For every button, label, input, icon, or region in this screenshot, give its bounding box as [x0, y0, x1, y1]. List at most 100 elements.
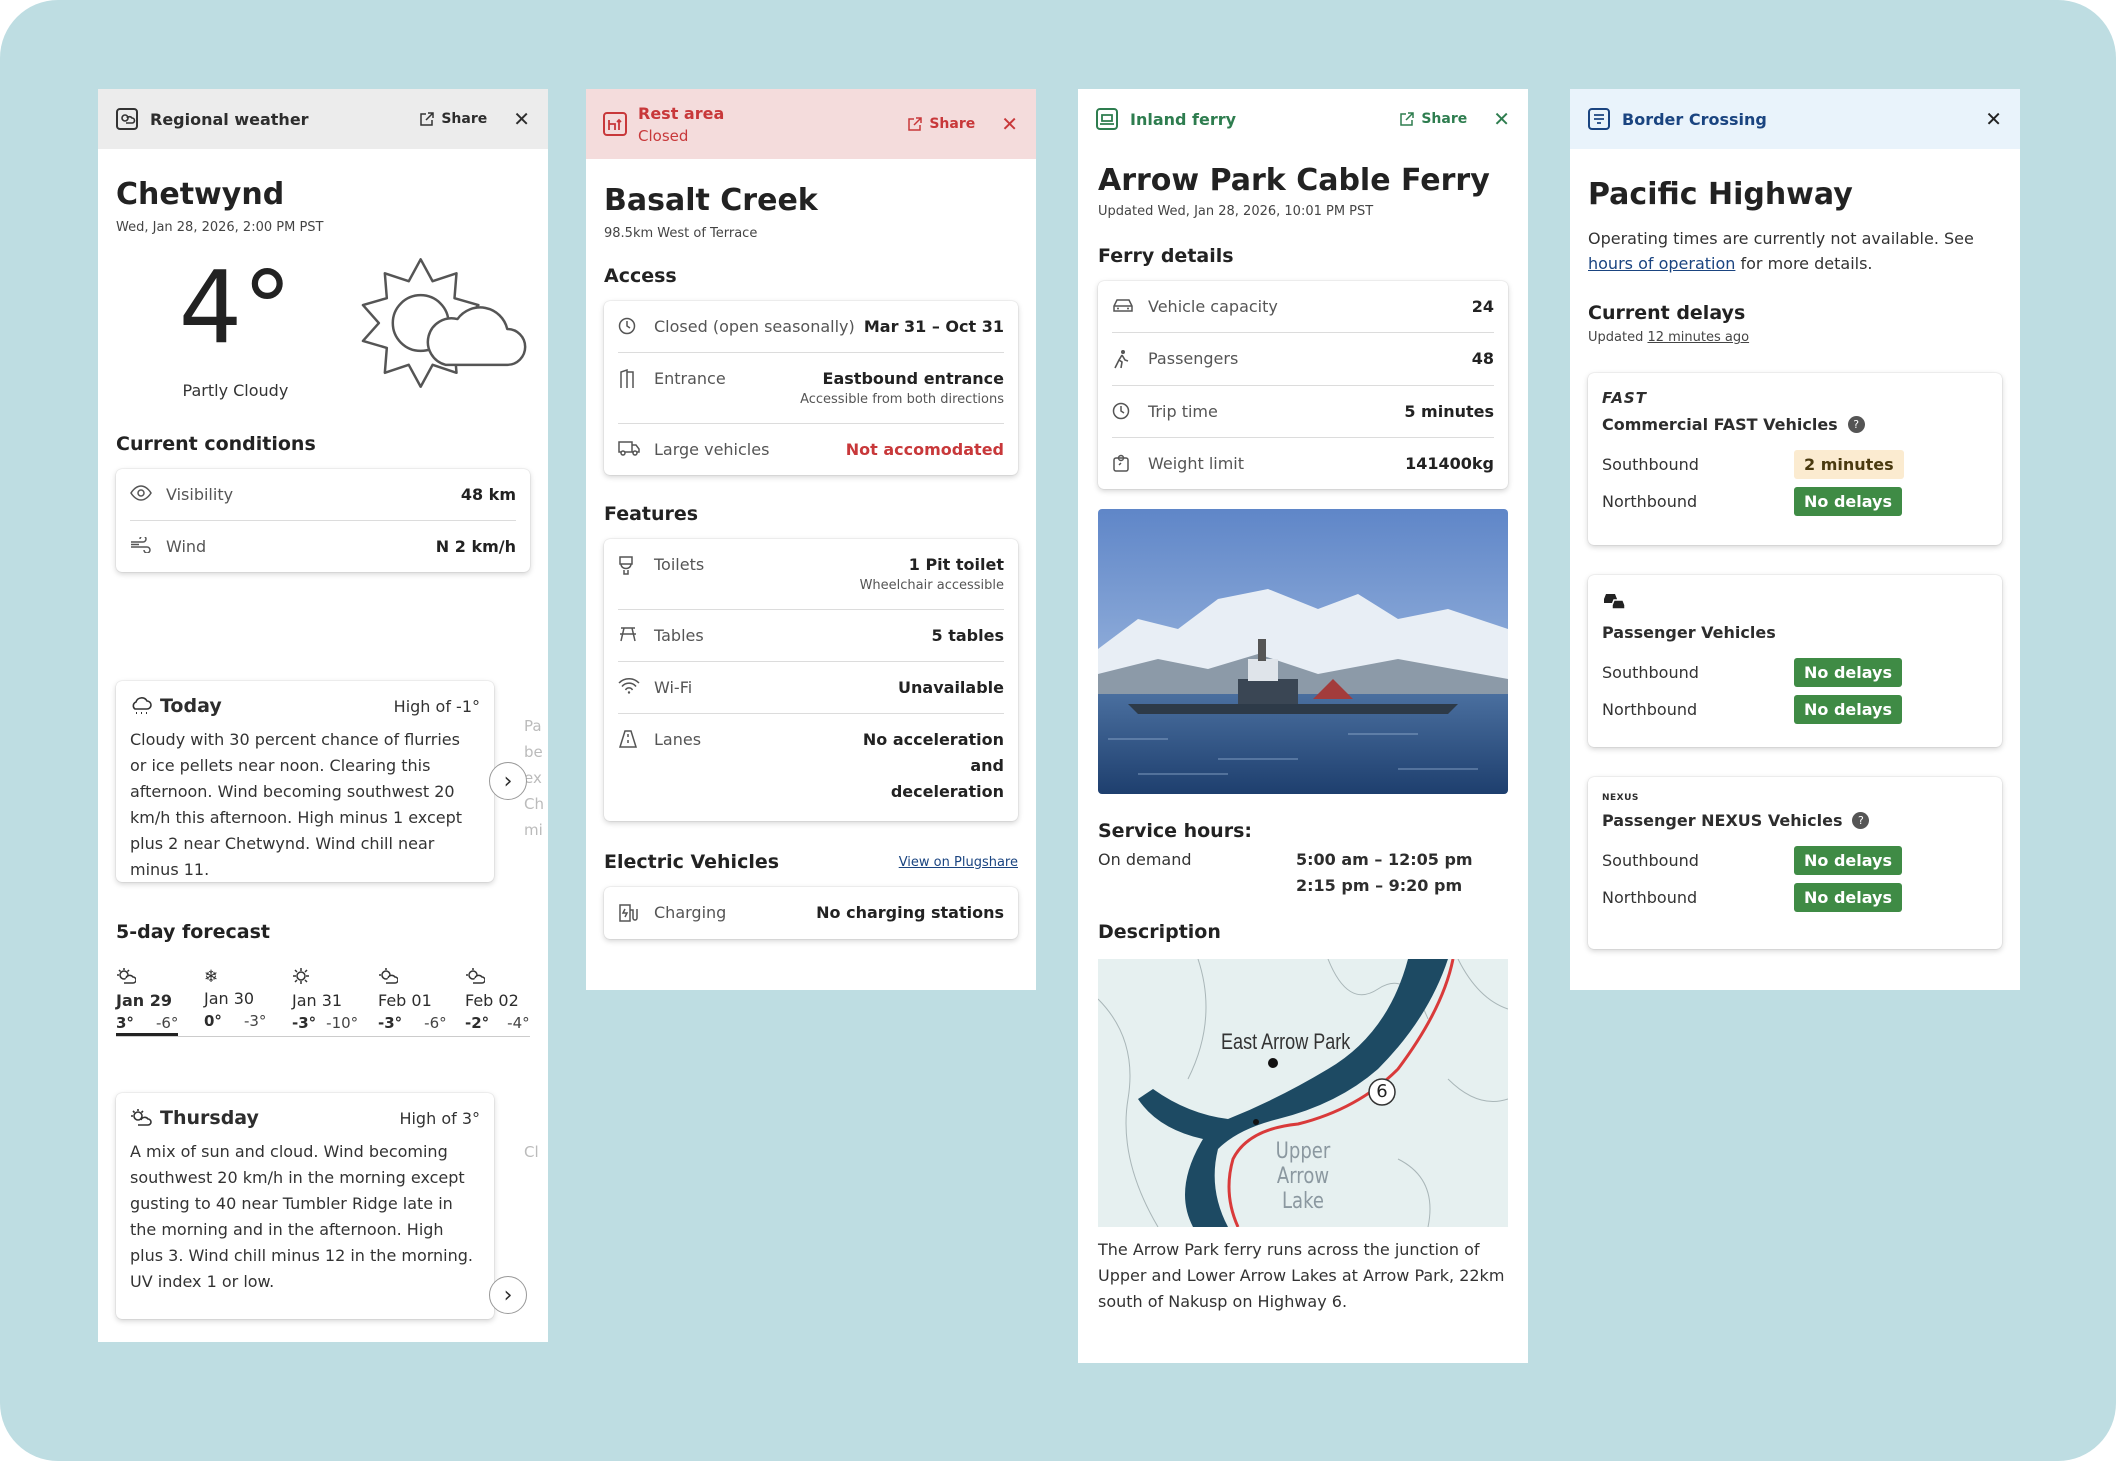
map-label-upper: Upper	[1275, 1139, 1331, 1164]
ferry-description: The Arrow Park ferry runs across the jun…	[1098, 1240, 1505, 1311]
toilets-value: 1 Pit toilet	[908, 555, 1004, 574]
close-icon[interactable]: ✕	[1493, 109, 1510, 129]
day-feb02[interactable]: Feb 02 -2° -4°	[465, 967, 530, 1032]
rest-area-location: 98.5km West of Terrace	[604, 226, 758, 241]
service-hours-2: 2:15 pm – 9:20 pm	[1296, 876, 1463, 895]
rest-area-status: Closed	[638, 126, 689, 145]
close-icon[interactable]: ✕	[1985, 109, 2002, 129]
ferry-route-map[interactable]: East Arrow Park 6 Upper Arrow Lake	[1098, 959, 1508, 1227]
snowflake-icon: ❄	[204, 967, 219, 987]
entrance-label: Entrance	[654, 369, 726, 388]
weight-limit-label: Weight limit	[1148, 454, 1245, 473]
day-high: -3°	[292, 1014, 317, 1032]
fast-logo: FAST	[1602, 389, 1647, 407]
current-temperature: 4°	[178, 249, 293, 366]
share-button[interactable]: Share	[1399, 111, 1467, 127]
sun-icon	[293, 968, 309, 984]
next-arrow-button[interactable]: ›	[489, 762, 527, 800]
rest-area-header-title: Rest area	[638, 103, 725, 123]
intro-text: Operating times are currently not availa…	[1588, 229, 1974, 248]
trip-time-label: Trip time	[1148, 402, 1218, 421]
share-label: Share	[1421, 111, 1468, 127]
southbound-delay: No delays	[1794, 846, 1902, 875]
today-text: Cloudy with 30 percent chance of flurrie…	[130, 730, 463, 879]
today-title: Today	[160, 695, 222, 717]
share-icon	[908, 117, 923, 131]
next-card-peek: Pa be ex Ch mi	[524, 717, 544, 839]
day-low: -6°	[155, 1014, 179, 1032]
trip-time-value: 5 minutes	[1404, 402, 1494, 421]
day-jan31[interactable]: Jan 31 -3° -10°	[292, 967, 358, 1032]
conditions-card: Visibility 48 km Wind N 2 km/h	[116, 469, 530, 572]
day-jan30[interactable]: ❄ Jan 30 0° -3°	[204, 967, 266, 1030]
northbound-delay: No delays	[1794, 695, 1902, 724]
toilets-label: Toilets	[654, 555, 705, 574]
nexus-vehicles-card: NEXUS Passenger NEXUS Vehicles? Southbou…	[1588, 777, 2002, 949]
day-high: 0°	[204, 1012, 222, 1030]
today-forecast-card: Today High of -1° Cloudy with 30 percent…	[116, 681, 494, 882]
close-icon[interactable]: ✕	[1001, 114, 1018, 134]
large-vehicles-value: Not accomodated	[845, 440, 1004, 459]
seasonal-value: Mar 31 – Oct 31	[863, 317, 1004, 336]
day-high: -3°	[378, 1014, 403, 1032]
next-arrow-button[interactable]: ›	[489, 1276, 527, 1314]
ferry-updated: Updated Wed, Jan 28, 2026, 10:01 PM PST	[1098, 204, 1374, 219]
updated-prefix: Updated	[1588, 330, 1648, 345]
share-button[interactable]: Share	[907, 116, 975, 132]
northbound-label: Northbound	[1602, 888, 1698, 907]
visibility-value: 48 km	[460, 485, 516, 504]
northbound-delay: No delays	[1794, 487, 1902, 516]
tables-row: Tables 5 tables	[618, 610, 1004, 662]
day-feb01[interactable]: Feb 01 -3° -6°	[378, 967, 447, 1032]
charging-label: Charging	[654, 903, 727, 922]
operating-times-note: Operating times are currently not availa…	[1588, 226, 2002, 276]
day-low: -3°	[243, 1012, 267, 1030]
day-jan29[interactable]: Jan 29 3° -6°	[116, 967, 178, 1032]
thursday-text: A mix of sun and cloud. Wind becoming so…	[130, 1142, 474, 1291]
share-button[interactable]: Share	[419, 111, 487, 127]
tables-label: Tables	[654, 626, 704, 645]
wind-row: Wind N 2 km/h	[130, 521, 516, 572]
ferry-title: Arrow Park Cable Ferry	[1098, 163, 1490, 198]
wind-value: N 2 km/h	[435, 537, 516, 556]
current-condition: Partly Cloudy	[182, 381, 289, 400]
wind-icon	[130, 537, 154, 553]
selected-day-indicator	[116, 1033, 178, 1036]
hours-of-operation-link[interactable]: hours of operation	[1588, 254, 1735, 273]
snow-cloud-icon	[132, 697, 152, 714]
vehicle-capacity-row: Vehicle capacity 24	[1112, 281, 1494, 333]
weight-limit-row: Weight limit 141400kg	[1112, 438, 1494, 489]
seasonal-row: Closed (open seasonally) Mar 31 – Oct 31	[618, 301, 1004, 353]
day-low: -4°	[507, 1014, 530, 1032]
current-delays-title: Current delays	[1588, 302, 1746, 324]
lanes-icon	[618, 730, 642, 748]
ev-card: Charging No charging stations	[604, 887, 1018, 939]
share-label: Share	[929, 116, 976, 132]
plugshare-link[interactable]: View on Plugshare	[899, 855, 1018, 870]
northbound-label: Northbound	[1602, 492, 1698, 511]
help-icon[interactable]: ?	[1847, 416, 1865, 433]
passengers-label: Passengers	[1148, 349, 1239, 368]
wifi-label: Wi-Fi	[654, 678, 693, 697]
share-icon	[1400, 112, 1415, 126]
border-panel: Border Crossing ✕ Pacific Highway Operat…	[1570, 89, 2020, 990]
help-icon[interactable]: ?	[1852, 812, 1870, 829]
ferry-header: Inland ferry Share ✕	[1078, 89, 1528, 149]
rest-area-header: Rest area Closed Share ✕	[586, 89, 1036, 159]
weather-panel: Regional weather Share ✕ Chetwynd Wed, J…	[98, 89, 548, 1342]
lanes-label: Lanes	[654, 730, 702, 749]
ferry-icon	[1094, 106, 1120, 132]
fast-vehicles-card: FAST Commercial FAST Vehicles? Southboun…	[1588, 373, 2002, 545]
sun-cloud-icon	[466, 968, 486, 984]
rest-area-panel: Rest area Closed Share ✕ Basalt Creek 98.…	[586, 89, 1036, 990]
close-icon[interactable]: ✕	[513, 109, 530, 129]
truck-icon	[618, 440, 642, 456]
nexus-logo: NEXUS	[1602, 793, 1639, 803]
northbound-delay: No delays	[1794, 883, 1902, 912]
cars-icon	[1604, 594, 1626, 610]
wifi-icon	[618, 678, 642, 694]
share-label: Share	[441, 111, 488, 127]
day-low: -6°	[424, 1014, 447, 1032]
wifi-value: Unavailable	[898, 678, 1004, 697]
thursday-high: High of 3°	[399, 1108, 480, 1128]
